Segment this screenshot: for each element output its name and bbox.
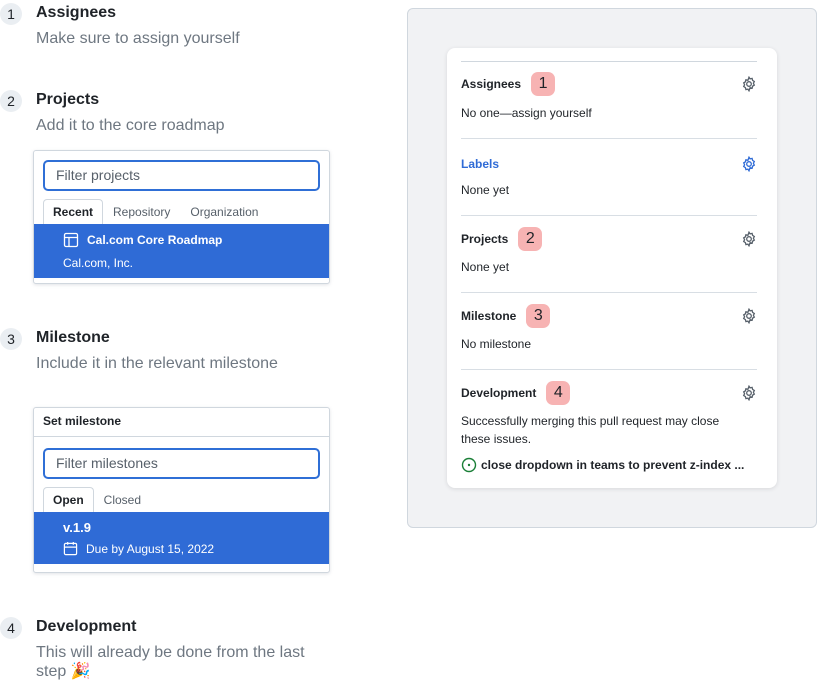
projects-title[interactable]: Projects — [461, 232, 508, 246]
step-description: Include it in the relevant milestone — [36, 355, 278, 372]
step-badge: 4 — [546, 381, 571, 405]
issue-open-icon — [461, 457, 477, 473]
step-number: 3 — [0, 328, 22, 350]
filter-projects-input[interactable]: Filter projects — [43, 160, 320, 191]
milestone-title: v.1.9 — [63, 520, 91, 535]
step-title: Development — [36, 618, 137, 635]
step-description: This will already be done from the last … — [36, 644, 305, 680]
step-badge: 3 — [526, 304, 551, 328]
milestone-header: Set milestone — [34, 408, 329, 437]
step-title: Assignees — [36, 4, 117, 21]
calendar-icon — [63, 541, 78, 556]
issue-sidebar: Assignees 1 No one—assign yourself Label… — [447, 48, 777, 488]
filter-milestones-input[interactable]: Filter milestones — [43, 448, 320, 479]
tab-recent[interactable]: Recent — [43, 199, 104, 224]
step-number: 4 — [0, 617, 22, 639]
project-title: Cal.com Core Roadmap — [87, 233, 223, 247]
milestone-due: Due by August 15, 2022 — [86, 541, 215, 556]
labels-title[interactable]: Labels — [461, 157, 499, 171]
development-title[interactable]: Development — [461, 386, 536, 400]
tab-open[interactable]: Open — [43, 487, 94, 512]
step-badge: 1 — [531, 72, 556, 96]
divider — [461, 369, 757, 370]
step-title: Projects — [36, 91, 100, 108]
gear-icon[interactable] — [741, 230, 757, 248]
gear-icon[interactable] — [741, 75, 757, 93]
gear-icon[interactable] — [741, 307, 757, 325]
step-number: 1 — [0, 3, 22, 25]
step-description: Make sure to assign yourself — [36, 30, 240, 47]
project-item-selected[interactable]: Cal.com Core Roadmap Cal.com, Inc. — [34, 224, 329, 278]
divider — [461, 215, 757, 216]
step-number: 2 — [0, 90, 22, 112]
divider — [461, 292, 757, 293]
tab-organization[interactable]: Organization — [180, 199, 268, 224]
assignees-value[interactable]: No one—assign yourself — [461, 104, 592, 122]
tab-closed[interactable]: Closed — [94, 487, 151, 512]
linked-issue-title: close dropdown in teams to prevent z-ind… — [481, 458, 745, 472]
milestone-tabs: Open Closed — [34, 479, 329, 512]
assignees-title[interactable]: Assignees — [461, 77, 521, 91]
labels-value: None yet — [461, 183, 510, 197]
tab-repository[interactable]: Repository — [103, 199, 180, 224]
step-description: Add it to the core roadmap — [36, 117, 225, 134]
development-description: Successfully merging this pull request m… — [461, 414, 720, 446]
projects-tabs: Recent Repository Organization — [34, 191, 329, 224]
gear-icon[interactable] — [741, 155, 757, 173]
milestone-dropdown: Set milestone Filter milestones Open Clo… — [33, 407, 330, 573]
projects-value: None yet — [461, 260, 510, 274]
milestone-title[interactable]: Milestone — [461, 309, 516, 323]
divider — [461, 138, 757, 139]
step-title: Milestone — [36, 329, 110, 346]
milestone-item-selected[interactable]: v.1.9 Due by August 15, 2022 — [34, 512, 329, 564]
project-owner: Cal.com, Inc. — [63, 256, 134, 270]
table-icon — [63, 232, 79, 248]
projects-dropdown: Filter projects Recent Repository Organi… — [33, 150, 330, 284]
divider — [461, 61, 757, 62]
gear-icon[interactable] — [741, 384, 757, 402]
linked-issue[interactable]: close dropdown in teams to prevent z-ind… — [461, 457, 744, 473]
step-badge: 2 — [518, 227, 543, 251]
milestone-value: No milestone — [461, 337, 532, 351]
